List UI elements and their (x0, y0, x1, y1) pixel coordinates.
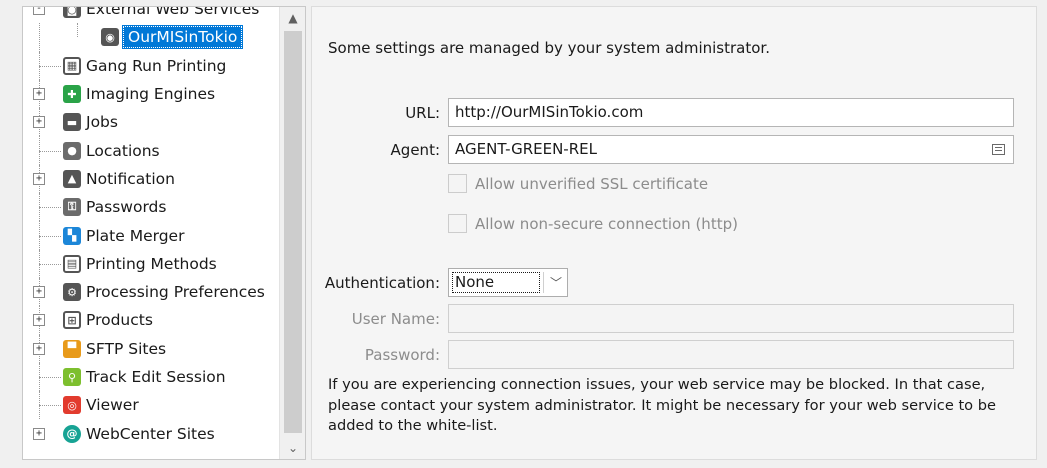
tree-item-sftp-sites[interactable]: + ▀ SFTP Sites (23, 334, 275, 363)
tree-item-products[interactable]: + ⊞ Products (23, 306, 275, 335)
http-checkbox[interactable] (448, 214, 467, 233)
tree-item-label: Plate Merger (86, 226, 185, 245)
http-checkbox-label: Allow non-secure connection (http) (475, 214, 738, 233)
settings-tree: - ◙ External Web Services ◉ OurMISinToki… (22, 6, 306, 460)
tree-item-label: Processing Preferences (86, 283, 265, 302)
tree-item-label: WebCenter Sites (86, 424, 215, 443)
tree-item-external-web-services[interactable]: - ◙ External Web Services (23, 6, 275, 23)
expand-toggle[interactable]: + (33, 314, 45, 327)
username-field[interactable] (448, 304, 1014, 333)
scroll-down-arrow-icon[interactable]: ⌄ (280, 437, 305, 459)
tree-item-label: Printing Methods (86, 254, 217, 273)
expand-toggle[interactable]: + (33, 172, 45, 185)
tree-guide (39, 405, 61, 407)
tree-item-processing-preferences[interactable]: + ⚙ Processing Preferences (23, 277, 275, 307)
tree-item-label: Locations (86, 141, 160, 160)
eye-icon: ◉ (101, 28, 119, 47)
connection-info-text: If you are experiencing connection issue… (328, 376, 996, 434)
tree-item-ourmisintokio[interactable]: ◉ OurMISinTokio (23, 23, 275, 52)
authentication-label: Authentication: (324, 274, 440, 292)
tree-item-label: OurMISinTokio (121, 25, 244, 50)
tree-item-label: Track Edit Session (86, 368, 226, 386)
key-icon: ⚿ (63, 198, 81, 217)
tree-item-label: Viewer (86, 396, 139, 415)
admin-note: Some settings are managed by your system… (328, 39, 770, 57)
grid-icon: ▦ (63, 56, 81, 75)
tree-item-plate-merger[interactable]: ▚ Plate Merger (23, 221, 275, 250)
products-icon: ⊞ (63, 311, 81, 330)
password-field[interactable] (448, 340, 1014, 369)
web-services-icon: ◙ (63, 7, 81, 19)
sftp-icon: ▀ (63, 339, 81, 358)
tree-item-notification[interactable]: + ▲ Notification (23, 164, 275, 194)
expand-toggle[interactable]: + (33, 427, 45, 440)
tree-guide (39, 65, 61, 67)
printer-icon: ▤ (63, 254, 81, 273)
tree-item-imaging-engines[interactable]: + ✚ Imaging Engines (23, 79, 275, 109)
tree-item-viewer[interactable]: ◎ Viewer (23, 391, 275, 420)
folder-icon: ▬ (63, 113, 81, 132)
tree-guide (39, 23, 40, 52)
tree-item-track-edit-session[interactable]: ⚲ Track Edit Session (23, 362, 275, 392)
bell-icon: ▲ (63, 169, 81, 188)
url-field[interactable]: http://OurMISinTokio.com (448, 98, 1014, 127)
collapse-toggle[interactable]: - (33, 7, 45, 16)
authentication-value: None (452, 272, 540, 293)
chevron-down-icon[interactable]: ﹀ (550, 274, 562, 291)
http-checkbox-row[interactable]: Allow non-secure connection (http) (448, 214, 738, 233)
magnifier-icon: ⚲ (63, 368, 81, 386)
web-service-settings: Some settings are managed by your system… (311, 6, 1037, 460)
scroll-up-arrow-icon[interactable]: ▲ (280, 7, 305, 29)
tree-item-locations[interactable]: ● Locations (23, 136, 275, 165)
tree-item-jobs[interactable]: + ▬ Jobs (23, 108, 275, 137)
tree-scrollbar[interactable]: ▲ ⌄ (279, 7, 305, 459)
password-label: Password: (364, 346, 440, 364)
tree-item-label: SFTP Sites (86, 339, 167, 358)
webcenter-icon: @ (63, 424, 81, 443)
plate-merger-icon: ▚ (63, 226, 81, 245)
tree-rows: - ◙ External Web Services ◉ OurMISinToki… (23, 6, 275, 448)
tree-guide (39, 150, 61, 152)
gear-icon: ⚙ (63, 283, 81, 302)
tree-item-printing-methods[interactable]: ▤ Printing Methods (23, 249, 275, 278)
tree-item-label: Products (86, 311, 153, 330)
tree-guide (39, 377, 61, 378)
tree-item-label: Jobs (86, 113, 118, 132)
ssl-checkbox-row[interactable]: Allow unverified SSL certificate (448, 174, 708, 193)
username-label: User Name: (351, 310, 440, 328)
imaging-engines-icon: ✚ (63, 85, 81, 104)
agent-value: AGENT-GREEN-REL (455, 140, 597, 158)
expand-toggle[interactable]: + (33, 286, 45, 299)
tree-guide (39, 207, 61, 209)
expand-toggle[interactable]: + (33, 116, 45, 129)
location-pin-icon: ● (63, 141, 81, 160)
tree-item-label: External Web Services (86, 6, 260, 19)
agent-field[interactable]: AGENT-GREEN-REL (448, 135, 1014, 164)
tree-item-gang-run-printing[interactable]: ▦ Gang Run Printing (23, 51, 275, 80)
viewer-icon: ◎ (63, 396, 81, 415)
expand-toggle[interactable]: + (33, 342, 45, 355)
ssl-checkbox[interactable] (448, 174, 467, 193)
tree-item-passwords[interactable]: ⚿ Passwords (23, 193, 275, 222)
ssl-checkbox-label: Allow unverified SSL certificate (475, 174, 709, 193)
url-label: URL: (405, 104, 440, 122)
tree-guide (39, 263, 61, 265)
tree-item-label: Passwords (86, 198, 167, 217)
tree-item-label: Imaging Engines (86, 85, 216, 104)
expand-toggle[interactable]: + (33, 88, 45, 101)
agent-label: Agent: (390, 141, 440, 159)
tree-item-label: Notification (86, 169, 175, 188)
tree-item-webcenter-sites[interactable]: + @ WebCenter Sites (23, 419, 275, 447)
tree-guide (77, 23, 78, 38)
authentication-select[interactable]: None ﹀ (448, 268, 568, 297)
scroll-thumb[interactable] (284, 31, 302, 433)
tree-item-label: Gang Run Printing (86, 56, 227, 75)
tree-guide (39, 235, 61, 237)
select-divider (543, 272, 544, 293)
agent-picker-icon[interactable] (992, 144, 1005, 155)
